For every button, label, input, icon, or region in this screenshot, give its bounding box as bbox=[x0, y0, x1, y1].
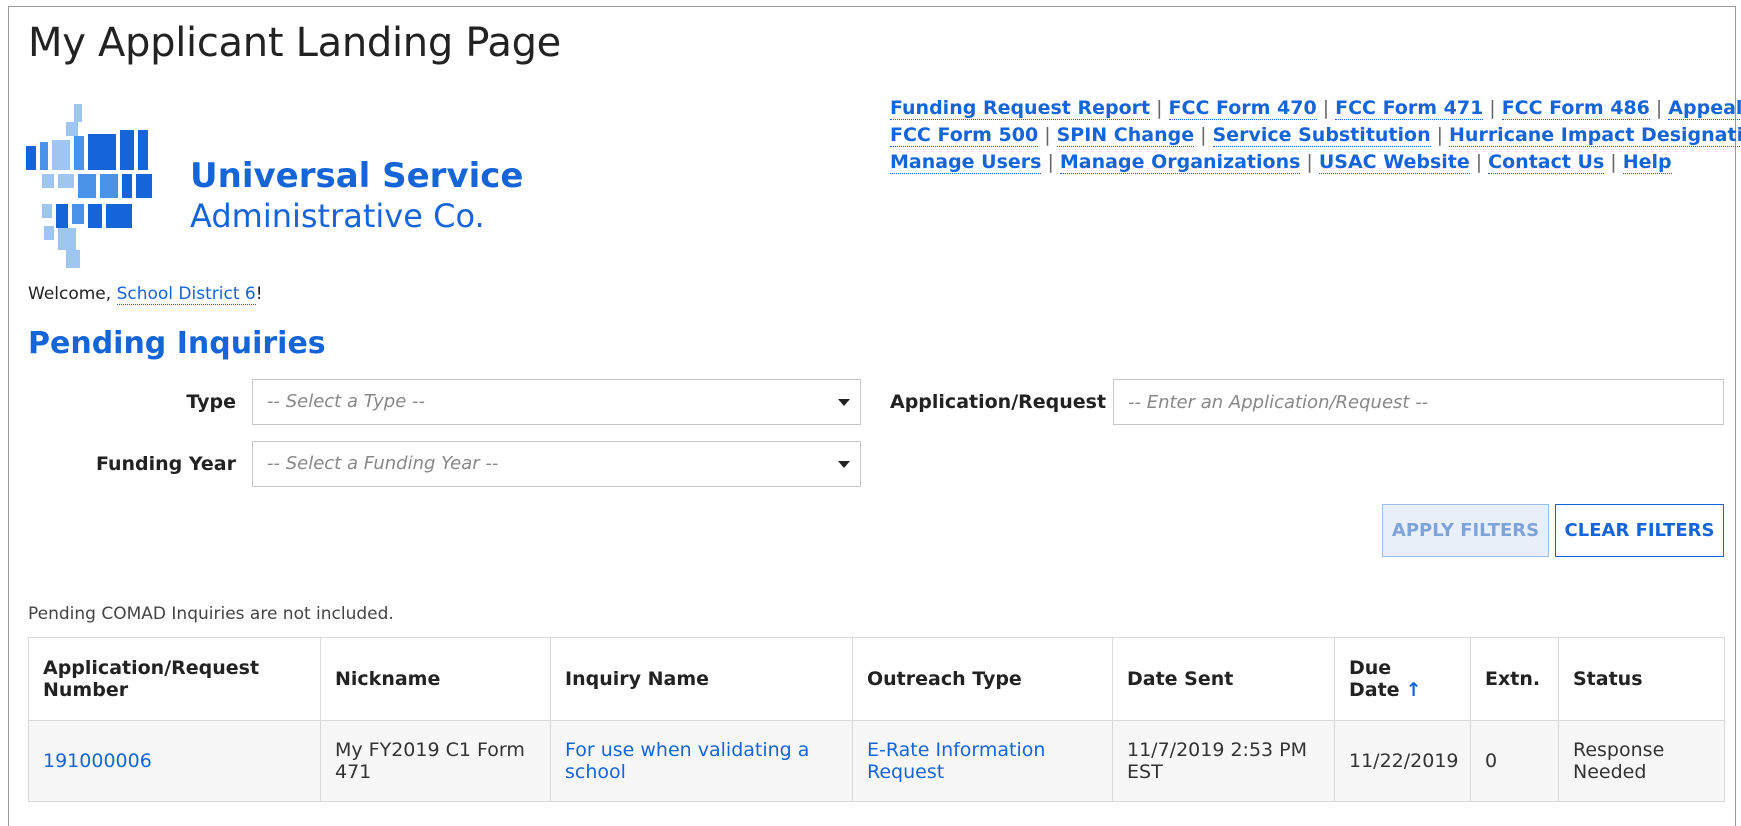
page-title: My Applicant Landing Page bbox=[28, 20, 561, 66]
table-row: 191000006 My FY2019 C1 Form 471 For use … bbox=[28, 720, 1725, 802]
chevron-down-icon bbox=[838, 399, 850, 406]
column-header-outreach-type[interactable]: Outreach Type bbox=[852, 637, 1113, 721]
nav-separator: | bbox=[1322, 97, 1330, 119]
application-request-input[interactable] bbox=[1113, 379, 1724, 425]
nav-separator: | bbox=[1306, 151, 1313, 173]
column-header-extn[interactable]: Extn. bbox=[1470, 637, 1559, 721]
nav-link-fcc-form-486[interactable]: FCC Form 486 bbox=[1501, 97, 1650, 120]
cell-status: Response Needed bbox=[1558, 720, 1725, 802]
welcome-prefix: Welcome, bbox=[28, 284, 117, 304]
cell-application-number: 191000006 bbox=[28, 720, 321, 802]
type-select[interactable]: -- Select a Type -- bbox=[252, 379, 861, 425]
nav-separator: | bbox=[1475, 151, 1483, 173]
type-select-value: -- Select a Type -- bbox=[267, 391, 426, 412]
nav-separator: | bbox=[1610, 151, 1617, 173]
cell-outreach-type: E-Rate Information Request bbox=[852, 720, 1113, 802]
application-number-link[interactable]: 191000006 bbox=[43, 750, 152, 772]
sort-ascending-icon: ↑ bbox=[1405, 679, 1422, 701]
nav-separator: | bbox=[1044, 124, 1051, 146]
inquiry-name-link[interactable]: For use when validating a school bbox=[565, 739, 809, 783]
nav-link-spin-change[interactable]: SPIN Change bbox=[1056, 124, 1195, 147]
welcome-message: Welcome, School District 6! bbox=[28, 284, 263, 305]
top-nav-links: Funding Request Report | FCC Form 470 | FCC … bbox=[890, 95, 1741, 176]
cell-date-sent: 11/7/2019 2:53 PM EST bbox=[1112, 720, 1335, 802]
funding-year-select[interactable]: -- Select a Funding Year -- bbox=[252, 441, 861, 487]
nav-separator: | bbox=[1655, 97, 1663, 119]
pending-inquiries-table: Application/Request Number Nickname Inqu… bbox=[28, 637, 1725, 802]
nav-separator: | bbox=[1489, 97, 1496, 119]
usac-logo-text: Universal Service Administrative Co. bbox=[190, 156, 523, 236]
usac-logo-mark-icon bbox=[26, 104, 152, 268]
nav-link-contact-us[interactable]: Contact Us bbox=[1488, 151, 1605, 174]
column-header-date-sent[interactable]: Date Sent bbox=[1112, 637, 1335, 721]
nav-link-usac-website[interactable]: USAC Website bbox=[1318, 151, 1470, 174]
nav-link-fcc-form-470[interactable]: FCC Form 470 bbox=[1168, 97, 1317, 120]
nav-link-funding-request-report[interactable]: Funding Request Report bbox=[890, 97, 1151, 120]
nav-link-manage-organizations[interactable]: Manage Organizations bbox=[1059, 151, 1301, 174]
chevron-down-icon bbox=[838, 461, 850, 468]
welcome-user-link[interactable]: School District 6 bbox=[116, 284, 256, 305]
type-label: Type bbox=[186, 391, 236, 413]
apply-filters-button[interactable]: APPLY FILTERS bbox=[1382, 504, 1549, 557]
column-header-status[interactable]: Status bbox=[1558, 637, 1725, 721]
table-header-row: Application/Request Number Nickname Inqu… bbox=[28, 637, 1725, 721]
nav-separator: | bbox=[1156, 97, 1163, 119]
nav-link-hurricane-impact-designation[interactable]: Hurricane Impact Designation bbox=[1449, 124, 1741, 147]
outreach-type-link[interactable]: E-Rate Information Request bbox=[867, 739, 1045, 783]
funding-year-select-value: -- Select a Funding Year -- bbox=[267, 453, 499, 474]
nav-separator: | bbox=[1436, 124, 1444, 146]
comad-note: Pending COMAD Inquiries are not included… bbox=[28, 604, 394, 624]
cell-due-date: 11/22/2019 bbox=[1334, 720, 1471, 802]
due-date-header-label: Due Date bbox=[1349, 657, 1400, 701]
application-request-label: Application/Request bbox=[890, 391, 1107, 413]
logo-line-1: Universal Service bbox=[190, 156, 524, 196]
funding-year-label: Funding Year bbox=[95, 453, 236, 475]
column-header-nickname[interactable]: Nickname bbox=[320, 637, 551, 721]
cell-extn: 0 bbox=[1470, 720, 1559, 802]
nav-link-fcc-form-500[interactable]: FCC Form 500 bbox=[890, 124, 1039, 147]
column-header-due-date[interactable]: Due Date ↑ bbox=[1334, 637, 1471, 721]
usac-logo[interactable]: Universal Service Administrative Co. bbox=[22, 100, 523, 270]
nav-link-fcc-form-471[interactable]: FCC Form 471 bbox=[1335, 97, 1484, 120]
cell-inquiry-name: For use when validating a school bbox=[550, 720, 853, 802]
column-header-application-number[interactable]: Application/Request Number bbox=[28, 637, 321, 721]
nav-link-help[interactable]: Help bbox=[1622, 151, 1672, 174]
column-header-inquiry-name[interactable]: Inquiry Name bbox=[550, 637, 853, 721]
nav-link-appeal[interactable]: Appeal bbox=[1668, 97, 1741, 120]
clear-filters-button[interactable]: CLEAR FILTERS bbox=[1555, 504, 1724, 557]
nav-separator: | bbox=[1200, 124, 1207, 146]
section-title: Pending Inquiries bbox=[28, 326, 326, 361]
logo-line-2: Administrative Co. bbox=[190, 197, 485, 235]
cell-nickname: My FY2019 C1 Form 471 bbox=[320, 720, 551, 802]
nav-link-service-substitution[interactable]: Service Substitution bbox=[1212, 124, 1431, 147]
nav-separator: | bbox=[1047, 151, 1054, 173]
welcome-suffix: ! bbox=[255, 284, 263, 304]
nav-link-manage-users[interactable]: Manage Users bbox=[890, 151, 1042, 174]
